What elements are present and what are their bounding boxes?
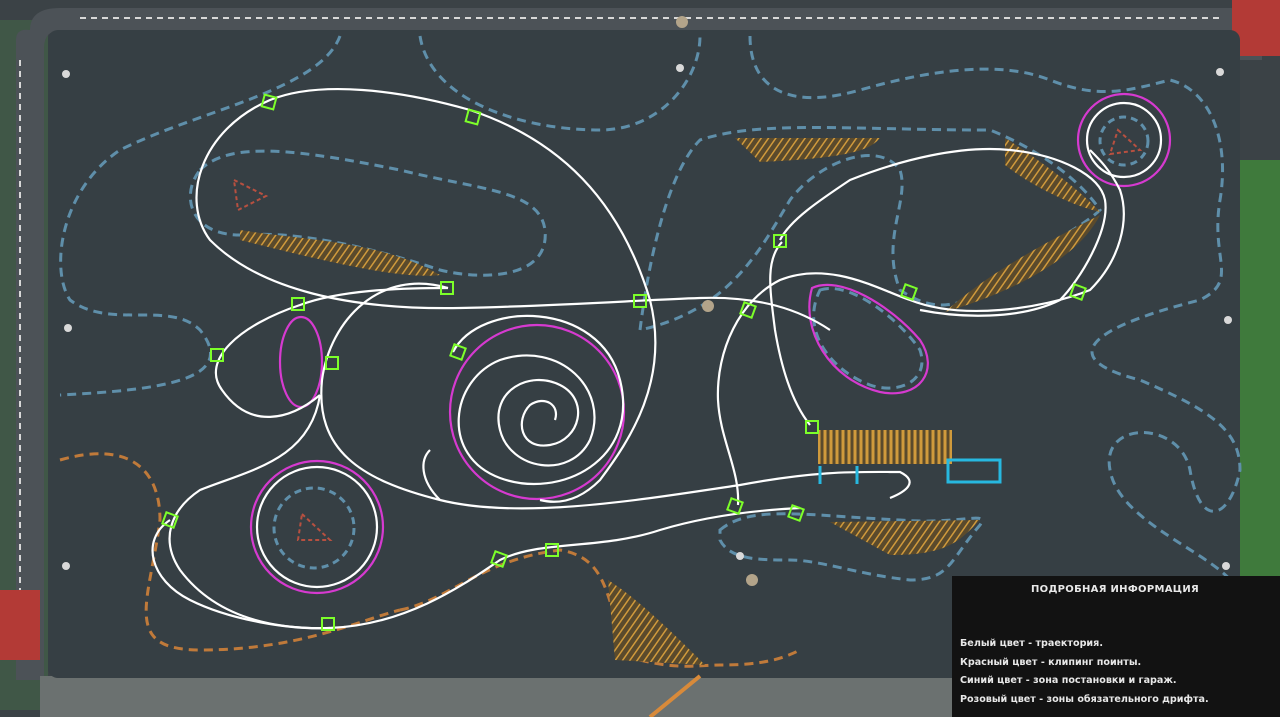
grass-right (1240, 160, 1280, 580)
info-panel: ПОДРОБНАЯ ИНФОРМАЦИЯ Белый цвет - траект… (952, 576, 1280, 717)
curb-red-left (0, 590, 40, 660)
legend-trajectory: Белый цвет - траектория. (960, 638, 1103, 649)
legend-garage-zone: Синий цвет - зона постановки и гараж. (960, 675, 1177, 686)
legend-clipping-points: Красный цвет - клипинг поинты. (960, 656, 1142, 668)
info-title: ПОДРОБНАЯ ИНФОРМАЦИЯ (1030, 584, 1200, 595)
sidewalk-bottom (40, 676, 960, 717)
legend-drift-zones: Розовый цвет - зоны обязательного дрифта… (960, 693, 1209, 705)
